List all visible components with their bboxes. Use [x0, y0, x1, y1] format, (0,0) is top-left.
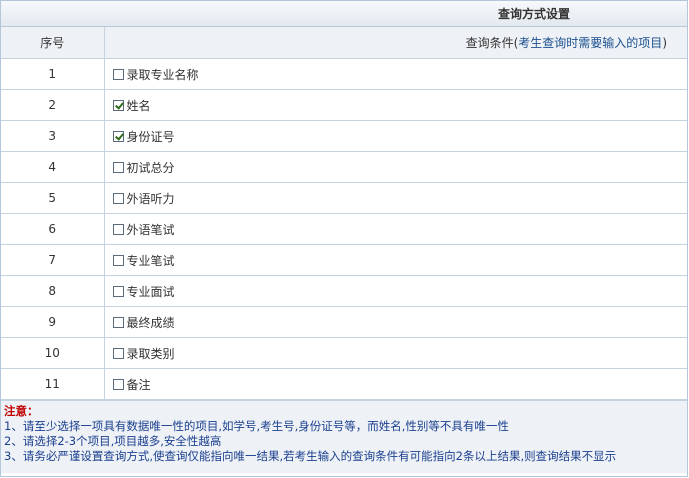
- table-row: 10 录取类别: [1, 337, 687, 369]
- row-number: 3: [1, 120, 105, 152]
- condition-option[interactable]: 专业面试: [112, 283, 175, 300]
- note-line-3: 3、请务必严谨设置查询方式,使查询仅能指向唯一结果,若考生输入的查询条件有可能指…: [4, 449, 617, 463]
- row-option-cell: 专业面试: [103, 275, 687, 307]
- row-option-cell: 备注: [103, 368, 687, 400]
- condition-label: 外语听力: [126, 191, 175, 206]
- row-number: 11: [1, 368, 105, 400]
- table-row: 8 专业面试: [1, 275, 687, 307]
- table-row: 3 身份证号: [1, 120, 687, 152]
- row-option-cell: 最终成绩: [103, 306, 687, 338]
- row-option-cell: 外语听力: [103, 182, 687, 214]
- table-row: 2 姓名: [1, 89, 687, 121]
- condition-option[interactable]: 外语笔试: [112, 221, 175, 238]
- row-number: 8: [1, 275, 105, 307]
- table-row: 7 专业笔试: [1, 244, 687, 276]
- condition-checkbox[interactable]: [112, 316, 124, 328]
- condition-header-prefix: 查询条件(: [465, 36, 519, 50]
- condition-checkbox[interactable]: [112, 223, 124, 235]
- condition-checkbox[interactable]: [112, 161, 124, 173]
- row-number: 7: [1, 244, 105, 276]
- condition-option[interactable]: 专业笔试: [112, 252, 175, 269]
- table-row: 5 外语听力: [1, 182, 687, 214]
- condition-option[interactable]: 备注: [112, 376, 151, 393]
- row-number: 10: [1, 337, 105, 369]
- table-header-row: 序号 查询条件(考生查询时需要输入的项目): [1, 27, 687, 59]
- condition-header-hint: 考生查询时需要输入的项目: [518, 36, 663, 50]
- condition-checkbox[interactable]: [112, 254, 124, 266]
- table-row: 1 录取专业名称: [1, 58, 687, 90]
- row-number: 2: [1, 89, 105, 121]
- condition-checkbox[interactable]: [112, 99, 124, 111]
- condition-checkbox[interactable]: [112, 68, 124, 80]
- table-row: 9 最终成绩: [1, 306, 687, 338]
- row-option-cell: 初试总分: [103, 151, 687, 183]
- condition-header-suffix: ): [662, 36, 667, 50]
- condition-option[interactable]: 外语听力: [112, 190, 175, 207]
- row-number: 6: [1, 213, 105, 245]
- condition-option[interactable]: 录取专业名称: [112, 66, 199, 83]
- condition-label: 专业面试: [126, 284, 175, 299]
- query-settings-panel: 查询方式设置 序号 查询条件(考生查询时需要输入的项目) 1 录取专业名称 2 姓名 3…: [0, 0, 688, 477]
- row-option-cell: 姓名: [103, 89, 687, 121]
- condition-checkbox[interactable]: [112, 285, 124, 297]
- row-number: 5: [1, 182, 105, 214]
- table-body: 1 录取专业名称 2 姓名 3 身份证号 4 初试总分 5 外语听力 6 外语笔试 7 专业笔试 8 专业面试…: [1, 58, 687, 400]
- condition-option[interactable]: 录取类别: [112, 345, 175, 362]
- note-line-1: 1、请至少选择一项具有数据唯一性的项目,如学号,考生号,身份证号等，而姓名,性别…: [4, 419, 509, 433]
- row-number: 9: [1, 306, 105, 338]
- row-option-cell: 录取专业名称: [103, 58, 687, 90]
- notes-section: 注意： 1、请至少选择一项具有数据唯一性的项目,如学号,考生号,身份证号等，而姓…: [1, 400, 687, 473]
- note-line-2: 2、请选择2-3个项目,项目越多,安全性越高: [4, 434, 222, 448]
- condition-checkbox[interactable]: [112, 130, 124, 142]
- condition-option[interactable]: 姓名: [112, 97, 151, 114]
- query-conditions-table: 序号 查询条件(考生查询时需要输入的项目) 1 录取专业名称 2 姓名 3 身份证号 4 初试…: [1, 27, 687, 400]
- condition-checkbox[interactable]: [112, 378, 124, 390]
- row-option-cell: 专业笔试: [103, 244, 687, 276]
- condition-label: 姓名: [126, 98, 151, 113]
- notes-title: 注意：: [4, 404, 39, 418]
- row-number: 4: [1, 151, 105, 183]
- row-option-cell: 身份证号: [103, 120, 687, 152]
- condition-option[interactable]: 最终成绩: [112, 314, 175, 331]
- condition-checkbox[interactable]: [112, 347, 124, 359]
- condition-label: 录取专业名称: [126, 67, 199, 82]
- table-row: 11 备注: [1, 368, 687, 400]
- row-number: 1: [1, 58, 105, 90]
- condition-label: 外语笔试: [126, 222, 175, 237]
- condition-option[interactable]: 身份证号: [112, 128, 175, 145]
- condition-label: 身份证号: [126, 129, 175, 144]
- condition-label: 录取类别: [126, 346, 175, 361]
- condition-checkbox[interactable]: [112, 192, 124, 204]
- column-header-num: 序号: [1, 27, 105, 59]
- condition-label: 备注: [126, 377, 151, 392]
- panel-title: 查询方式设置: [1, 1, 687, 27]
- condition-label: 最终成绩: [126, 315, 175, 330]
- condition-option[interactable]: 初试总分: [112, 159, 175, 176]
- table-row: 6 外语笔试: [1, 213, 687, 245]
- condition-label: 专业笔试: [126, 253, 175, 268]
- column-header-condition: 查询条件(考生查询时需要输入的项目): [103, 27, 687, 59]
- condition-label: 初试总分: [126, 160, 175, 175]
- row-option-cell: 录取类别: [103, 337, 687, 369]
- row-option-cell: 外语笔试: [103, 213, 687, 245]
- table-row: 4 初试总分: [1, 151, 687, 183]
